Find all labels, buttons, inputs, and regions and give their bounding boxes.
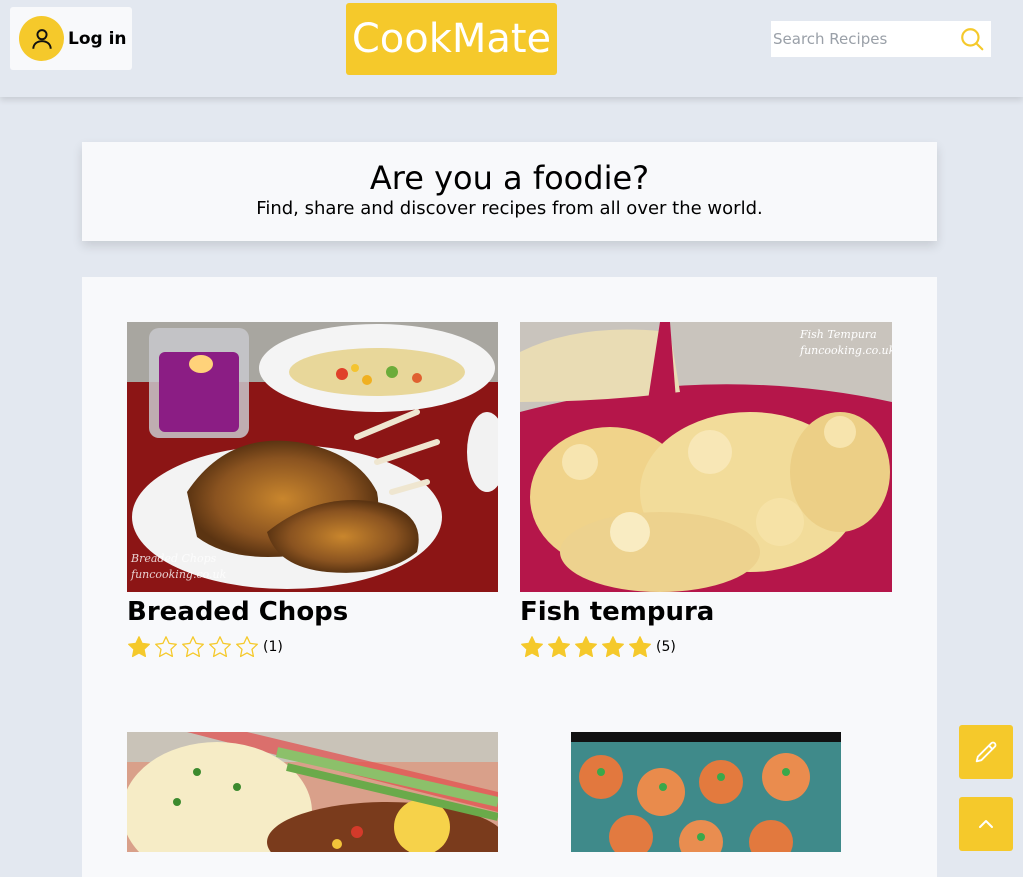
login-button[interactable]: Log in	[10, 7, 132, 70]
recipe-card[interactable]: Breaded Chops funcooking.co.uk Breaded C…	[127, 322, 498, 659]
login-label: Log in	[68, 28, 127, 49]
recipe-card[interactable]: Fish Tempura funcooking.co.uk Fish tempu…	[520, 322, 892, 659]
recipe-card[interactable]	[571, 732, 841, 852]
logo-text: CookMate	[351, 16, 552, 62]
star-filled-icon	[629, 636, 651, 658]
search-box	[771, 21, 991, 57]
search-input[interactable]	[771, 21, 951, 57]
star-filled-icon	[521, 636, 543, 658]
star-empty-icon	[209, 636, 231, 658]
top-bar: Log in CookMate	[0, 0, 1023, 97]
create-recipe-button[interactable]	[959, 725, 1013, 779]
svg-text:Breaded Chops: Breaded Chops	[130, 552, 217, 565]
recipe-card[interactable]	[127, 732, 498, 852]
logo[interactable]: CookMate	[346, 3, 557, 75]
pencil-icon	[975, 741, 997, 763]
star-rating: (5)	[520, 635, 892, 659]
star-filled-icon	[602, 636, 624, 658]
scroll-top-button[interactable]	[959, 797, 1013, 851]
rating-count: (5)	[656, 639, 676, 655]
recipe-photo[interactable]: Breaded Chops funcooking.co.uk	[127, 322, 498, 592]
user-icon	[19, 16, 64, 61]
hero-subtitle: Find, share and discover recipes from al…	[256, 198, 763, 219]
hero-title: Are you a foodie?	[369, 159, 650, 197]
recipe-photo[interactable]: Fish Tempura funcooking.co.uk	[520, 322, 892, 592]
svg-text:funcooking.co.uk: funcooking.co.uk	[130, 568, 227, 581]
star-empty-icon	[155, 636, 177, 658]
star-filled-icon	[128, 636, 150, 658]
recipe-photo[interactable]	[127, 732, 498, 852]
rating-count: (1)	[263, 639, 283, 655]
recipe-title[interactable]: Fish tempura	[520, 596, 892, 628]
recipe-grid: Breaded Chops funcooking.co.uk Breaded C…	[82, 277, 937, 877]
search-icon[interactable]	[959, 26, 985, 56]
recipe-title[interactable]: Breaded Chops	[127, 596, 498, 628]
star-rating: (1)	[127, 635, 498, 659]
recipe-photo[interactable]	[571, 732, 841, 852]
star-filled-icon	[548, 636, 570, 658]
star-filled-icon	[575, 636, 597, 658]
star-empty-icon	[236, 636, 258, 658]
star-empty-icon	[182, 636, 204, 658]
svg-text:funcooking.co.uk: funcooking.co.uk	[799, 344, 892, 357]
svg-text:Fish Tempura: Fish Tempura	[799, 328, 877, 341]
hero-banner: Are you a foodie? Find, share and discov…	[82, 142, 937, 241]
chevron-up-icon	[979, 820, 993, 828]
